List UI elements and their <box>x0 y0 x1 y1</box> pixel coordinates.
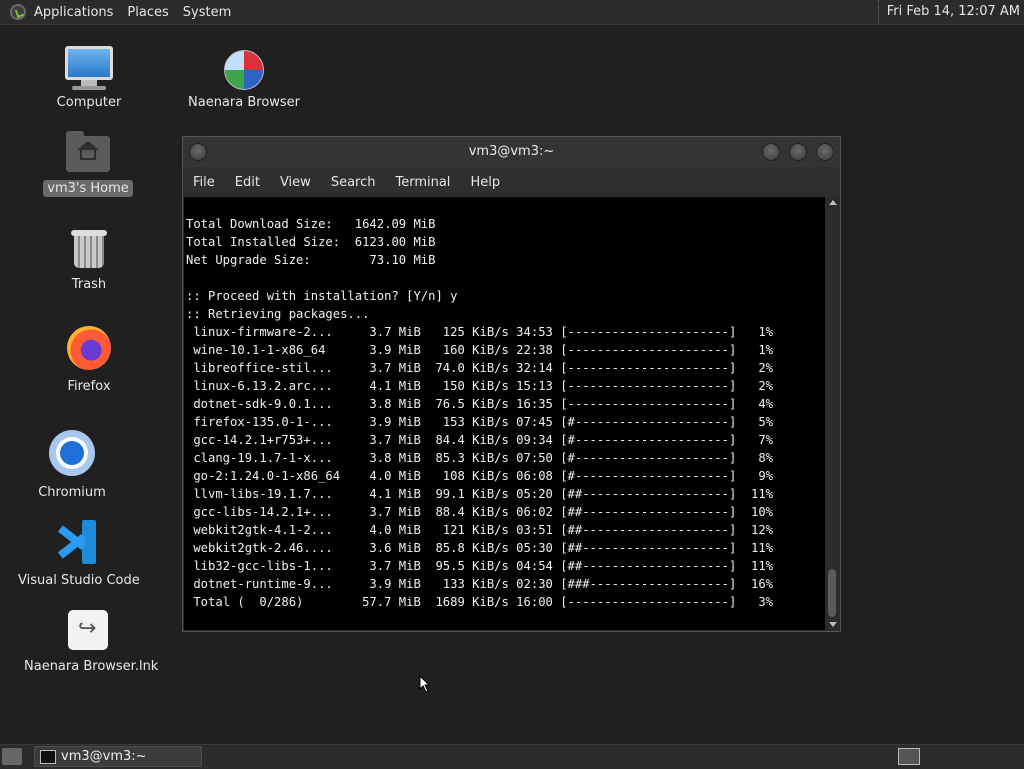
desktop-icon-label: Visual Studio Code <box>18 573 140 588</box>
desktop-icon-label: Trash <box>71 277 107 292</box>
window-menu-button[interactable] <box>189 143 207 161</box>
shortcut-icon <box>20 610 156 654</box>
workspace-switcher[interactable] <box>898 748 920 765</box>
menu-edit[interactable]: Edit <box>235 175 260 190</box>
menu-file[interactable]: File <box>193 175 215 190</box>
desktop-icon-label: vm3's Home <box>43 180 133 197</box>
close-button[interactable] <box>816 143 834 161</box>
terminal-scrollbar[interactable] <box>826 197 839 630</box>
terminal-titlebar[interactable]: vm3@vm3:~ <box>183 137 840 167</box>
top-panel: Applications Places System Fri Feb 14, 1… <box>0 0 1024 25</box>
menu-help[interactable]: Help <box>470 175 500 190</box>
desktop-icon-label: Chromium <box>38 485 106 500</box>
menu-terminal[interactable]: Terminal <box>395 175 450 190</box>
desktop-icon-naenara-browser[interactable]: Naenara Browser <box>184 50 304 111</box>
desktop-icon-label: Computer <box>56 95 122 110</box>
browser-icon <box>184 50 304 90</box>
scroll-up-icon[interactable] <box>829 200 837 205</box>
desktop-icon-firefox[interactable]: Firefox <box>44 326 134 395</box>
scroll-down-icon[interactable] <box>829 622 837 627</box>
maximize-button[interactable] <box>789 143 807 161</box>
desktop-icon-trash[interactable]: Trash <box>44 230 134 293</box>
desktop-icon-computer[interactable]: Computer <box>44 46 134 111</box>
chromium-icon <box>26 430 118 480</box>
desktop-icon-home[interactable]: vm3's Home <box>40 131 136 197</box>
desktop-icon-label: Naenara Browser <box>188 95 301 110</box>
desktop-icon-chromium[interactable]: Chromium <box>26 430 118 501</box>
menu-places[interactable]: Places <box>127 5 168 20</box>
window-title: vm3@vm3:~ <box>468 144 555 159</box>
clock[interactable]: Fri Feb 14, 12:07 AM <box>877 0 1020 24</box>
bottom-panel: vm3@vm3:~ <box>0 744 1024 769</box>
vscode-icon <box>52 520 96 568</box>
taskbar-item-terminal[interactable]: vm3@vm3:~ <box>34 746 202 767</box>
minimize-button[interactable] <box>762 143 780 161</box>
scrollbar-thumb[interactable] <box>828 569 836 617</box>
desktop-icon-label: Naenara Browser.lnk <box>24 659 159 674</box>
mouse-pointer-icon <box>419 675 431 693</box>
firefox-icon <box>44 326 134 374</box>
terminal-text: Total Download Size: 1642.09 MiB Total I… <box>186 217 773 609</box>
distro-logo-icon[interactable] <box>10 4 26 20</box>
show-desktop-icon[interactable] <box>2 748 22 765</box>
menu-view[interactable]: View <box>280 175 311 190</box>
desktop-icon-naenara-lnk[interactable]: Naenara Browser.lnk <box>20 610 158 675</box>
taskbar-item-label: vm3@vm3:~ <box>61 749 147 764</box>
menu-search[interactable]: Search <box>331 175 376 190</box>
terminal-menubar: File Edit View Search Terminal Help <box>183 167 840 197</box>
desktop-icon-vscode[interactable]: Visual Studio Code <box>14 520 140 589</box>
terminal-output[interactable]: Total Download Size: 1642.09 MiB Total I… <box>184 197 825 630</box>
menu-system[interactable]: System <box>183 5 231 20</box>
desktop-icon-label: Firefox <box>67 379 111 394</box>
trash-icon <box>44 230 134 272</box>
terminal-icon <box>40 750 56 764</box>
computer-icon <box>44 46 134 90</box>
terminal-window[interactable]: vm3@vm3:~ File Edit View Search Terminal… <box>182 136 841 632</box>
home-folder-icon <box>40 131 136 176</box>
menu-applications[interactable]: Applications <box>34 5 113 20</box>
